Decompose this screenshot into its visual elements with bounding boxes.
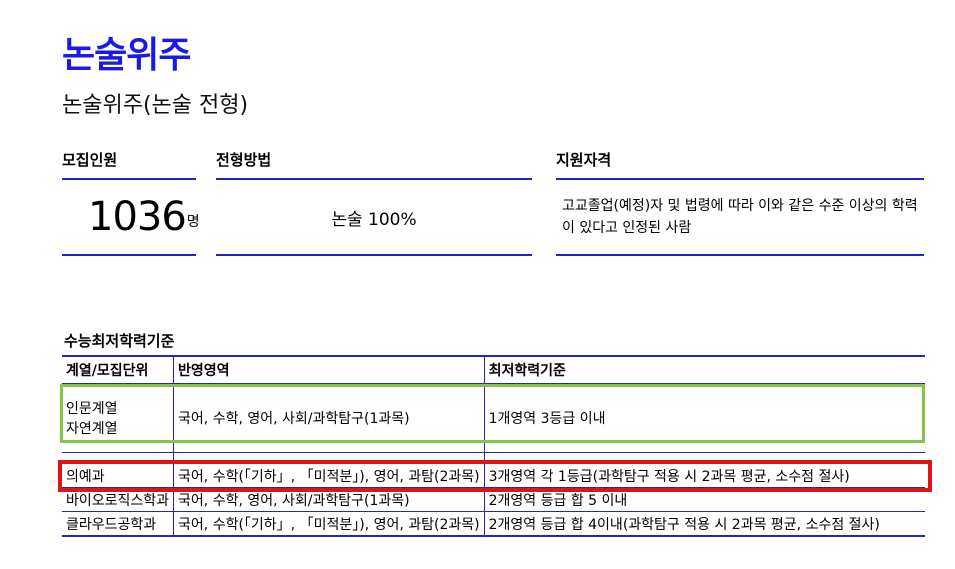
areas-cell: 국어, 수학(「기하」, 「미적분」), 영어, 과탐(2과목) [173, 463, 485, 488]
areas-cell: 국어, 수학, 영어, 사회/과학탐구(1과목) [173, 383, 485, 453]
standard-cell: 2개영역 등급 합 5 이내 [484, 487, 925, 512]
unit-cell: 인문계열 자연계열 [62, 383, 175, 453]
header-unit: 계열/모집단위 [62, 355, 175, 384]
qualification-label: 지원자격 [556, 150, 924, 180]
qualification-column: 지원자격 고교졸업(예정)자 및 법령에 따라 이와 같은 수준 이상의 학력이… [556, 150, 924, 256]
recruit-body: 1036 명 [62, 180, 200, 256]
table-row: 의예과 국어, 수학(「기하」, 「미적분」), 영어, 과탐(2과목) 3개영… [62, 463, 925, 488]
page-subtitle: 논술위주(논술 전형) [62, 93, 249, 118]
table-row: 클라우드공학과 국어, 수학(「기하」, 「미적분」), 영어, 과탐(2과목)… [62, 511, 925, 537]
areas-cell: 국어, 수학, 영어, 사회/과학탐구(1과목) [173, 487, 485, 512]
page-title: 논술위주 [62, 35, 191, 76]
criteria-title: 수능최저학력기준 [64, 332, 175, 350]
method-label: 전형방법 [216, 150, 532, 180]
recruit-column: 모집인원 1036 명 [62, 150, 200, 256]
areas-cell: 국어, 수학(「기하」, 「미적분」), 영어, 과탐(2과목) [173, 511, 485, 537]
recruit-unit: 명 [186, 214, 200, 230]
method-body: 논술 100% [216, 180, 532, 256]
method-value: 논술 100% [331, 209, 417, 230]
criteria-table: 계열/모집단위 반영영역 최저학력기준 인문계열 자연계열 국어, 수학, 영어… [62, 355, 925, 537]
recruit-label: 모집인원 [62, 150, 196, 180]
header-standard: 최저학력기준 [484, 355, 925, 384]
unit-cell: 클라우드공학과 [62, 511, 175, 537]
standard-cell: 1개영역 3등급 이내 [484, 383, 925, 453]
table-row: 바이오로직스학과 국어, 수학, 영어, 사회/과학탐구(1과목) 2개영역 등… [62, 487, 925, 512]
method-column: 전형방법 논술 100% [216, 150, 532, 256]
header-areas: 반영영역 [173, 355, 485, 384]
qualification-value: 고교졸업(예정)자 및 법령에 따라 이와 같은 수준 이상의 학력이 있다고 … [562, 198, 918, 236]
unit-cell: 바이오로직스학과 [62, 487, 175, 512]
table-row: 인문계열 자연계열 국어, 수학, 영어, 사회/과학탐구(1과목) 1개영역 … [62, 383, 925, 453]
standard-cell: 2개영역 등급 합 4이내(과학탐구 적용 시 2과목 평균, 소수점 절사) [484, 511, 925, 537]
qualification-body: 고교졸업(예정)자 및 법령에 따라 이와 같은 수준 이상의 학력이 있다고 … [556, 180, 924, 256]
spacer-row [62, 452, 925, 464]
criteria-header-row: 계열/모집단위 반영영역 최저학력기준 [62, 355, 925, 384]
unit-line: 자연계열 [66, 421, 118, 437]
unit-cell: 의예과 [62, 463, 175, 488]
spacer-cell [62, 452, 175, 464]
unit-line: 인문계열 [66, 401, 118, 417]
recruit-count: 1036 [88, 194, 187, 240]
spacer-cell [484, 452, 925, 464]
standard-cell: 3개영역 각 1등급(과학탐구 적용 시 2과목 평균, 소수점 절사) [484, 463, 925, 488]
spacer-cell [173, 452, 485, 464]
